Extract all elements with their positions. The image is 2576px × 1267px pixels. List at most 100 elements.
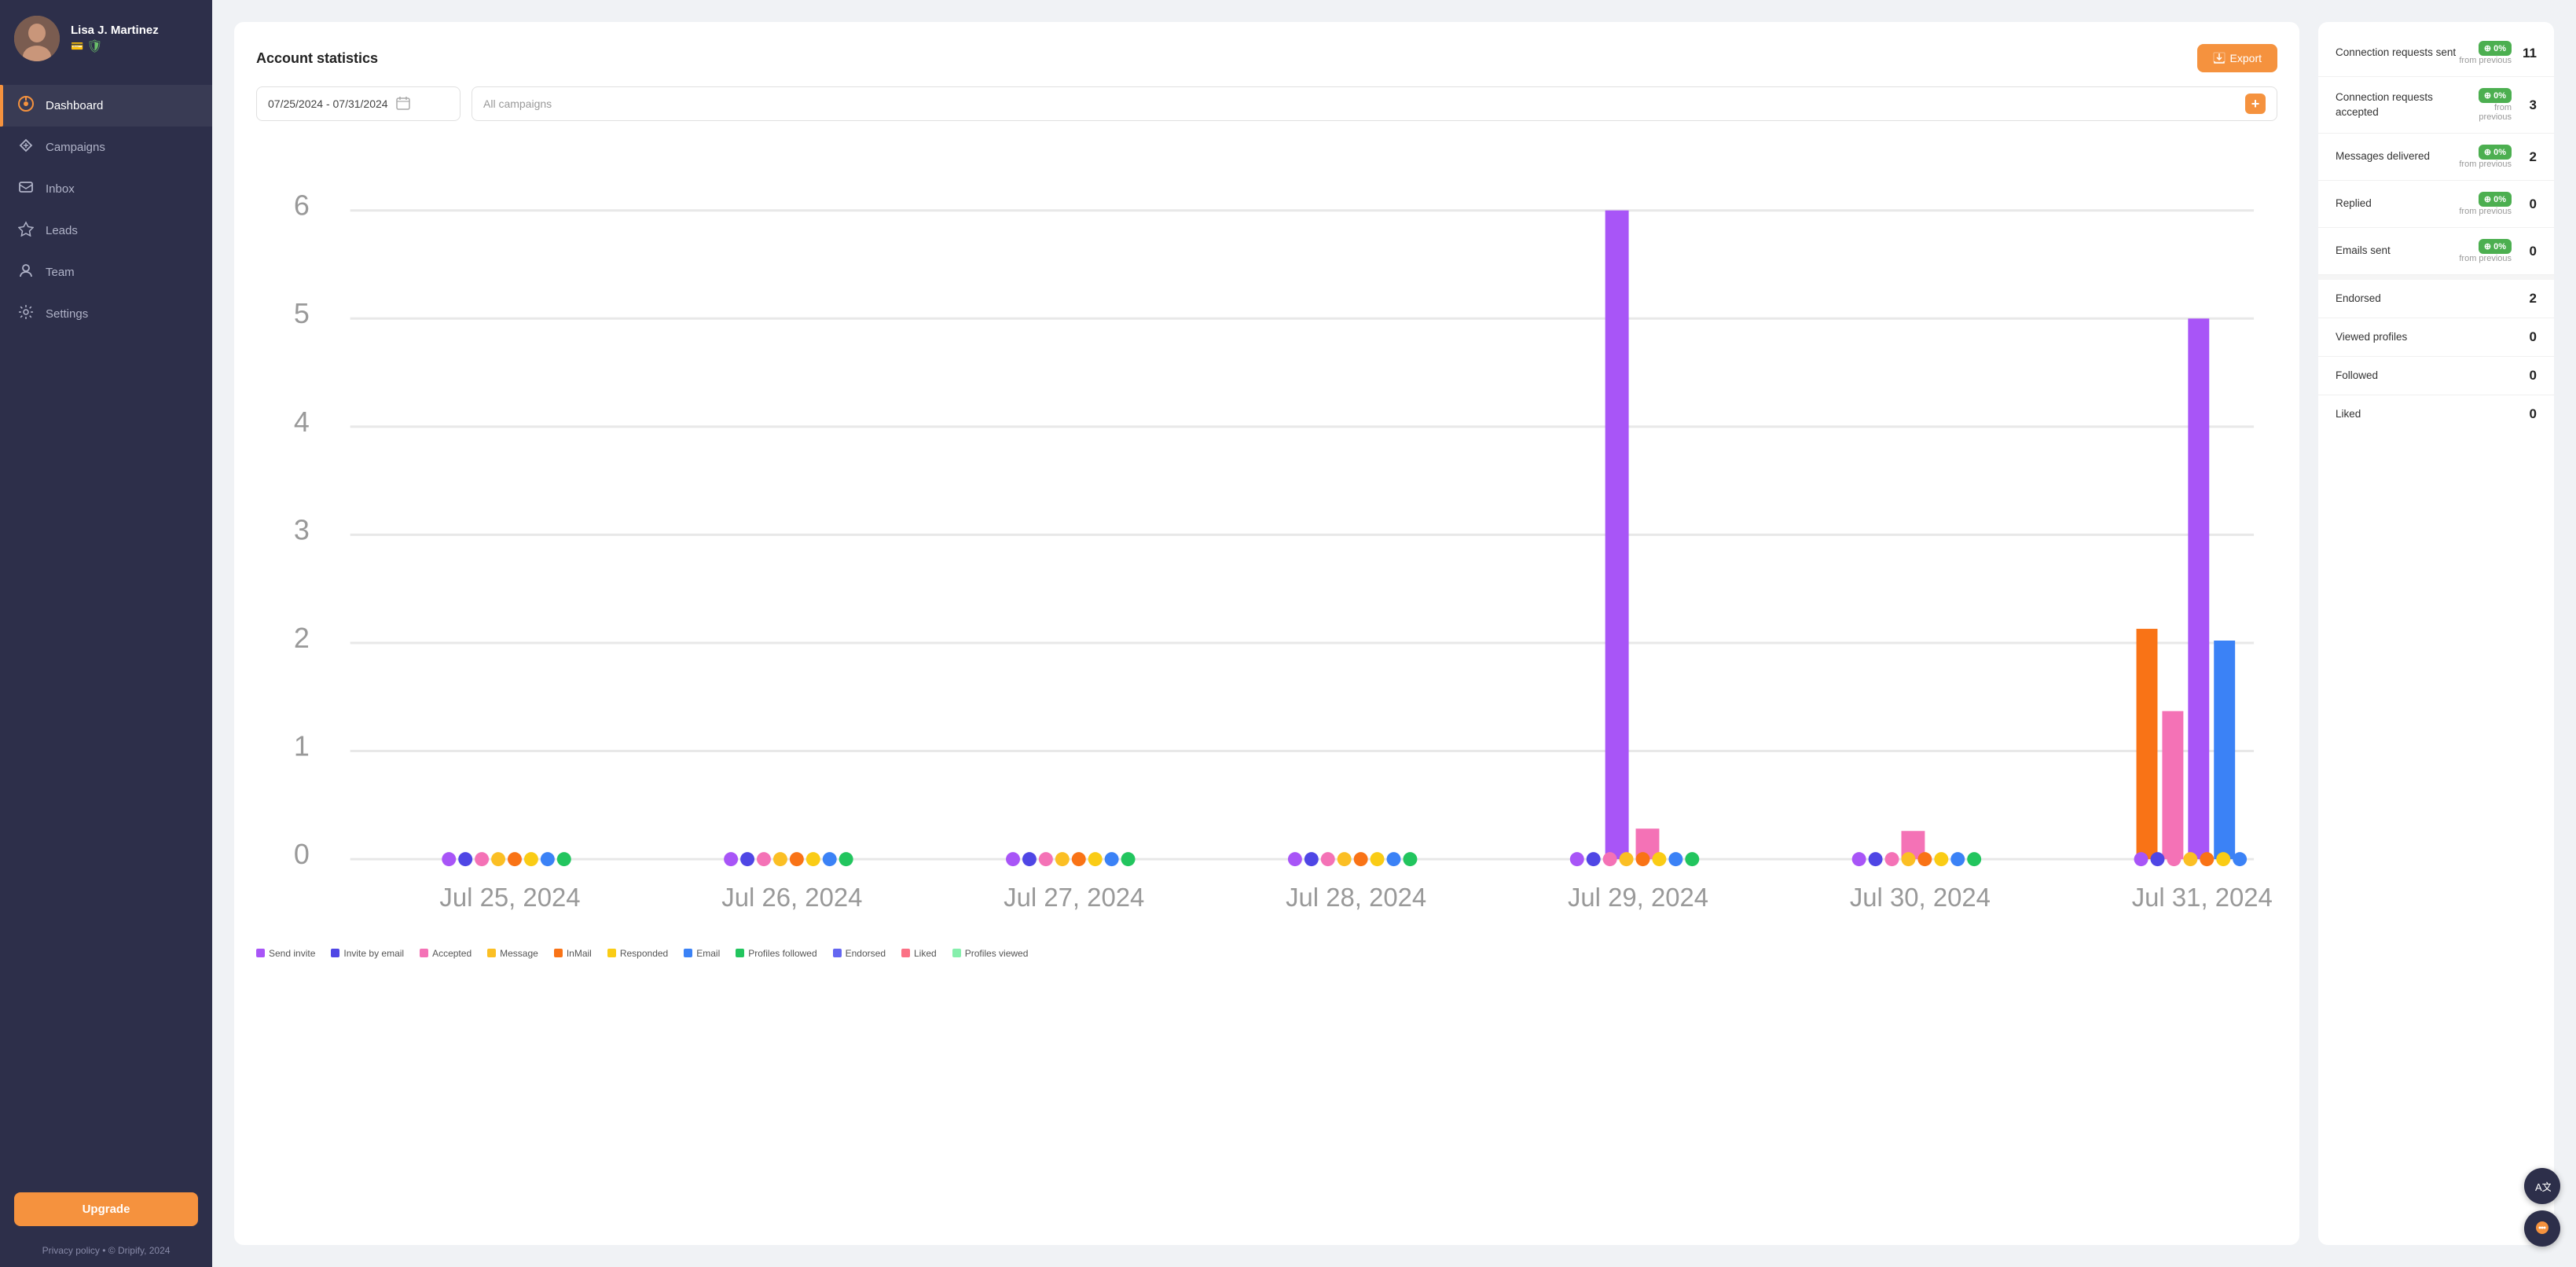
user-name: Lisa J. Martinez bbox=[71, 24, 159, 37]
avatar bbox=[14, 16, 60, 61]
legend-dot bbox=[554, 949, 563, 957]
legend-accepted: Accepted bbox=[420, 948, 472, 959]
export-label: Export bbox=[2230, 52, 2262, 64]
settings-icon bbox=[17, 304, 35, 324]
legend-email: Email bbox=[684, 948, 720, 959]
calendar-icon bbox=[396, 96, 410, 112]
chart-section: Account statistics Export 07/25/2024 - 0… bbox=[234, 22, 2299, 1245]
stat-value: 0 bbox=[2518, 406, 2537, 422]
stat-label: Messages delivered bbox=[2336, 149, 2430, 163]
stat-badge: ⊕ 0% bbox=[2479, 192, 2512, 207]
stat-endorsed: Endorsed 2 bbox=[2318, 280, 2554, 318]
stat-value: 2 bbox=[2518, 149, 2537, 165]
stat-label: Viewed profiles bbox=[2336, 330, 2407, 344]
legend-label: Liked bbox=[914, 948, 937, 959]
badge-icon: ⊕ bbox=[2484, 147, 2491, 157]
user-info: Lisa J. Martinez 💳 🛡 bbox=[71, 24, 159, 54]
stat-right: ⊕ 0% from previous 11 bbox=[2459, 41, 2537, 65]
legend-label: Profiles viewed bbox=[965, 948, 1029, 959]
avatar-image bbox=[14, 16, 60, 61]
export-button[interactable]: Export bbox=[2197, 44, 2277, 72]
translate-button[interactable]: A文 bbox=[2524, 1168, 2560, 1204]
stat-label: Followed bbox=[2336, 369, 2378, 383]
stat-badge: ⊕ 0% bbox=[2479, 41, 2512, 56]
stat-label: Emails sent bbox=[2336, 244, 2391, 258]
legend-dot bbox=[607, 949, 616, 957]
svg-text:Jul 29, 2024: Jul 29, 2024 bbox=[1568, 883, 1708, 912]
badge-value: 0% bbox=[2493, 91, 2506, 101]
sidebar-item-dashboard[interactable]: Dashboard bbox=[0, 85, 212, 127]
sidebar-item-settings[interactable]: Settings bbox=[0, 293, 212, 335]
badge-value: 0% bbox=[2493, 242, 2506, 252]
badge-value: 0% bbox=[2493, 148, 2506, 157]
sidebar-item-campaigns[interactable]: Campaigns bbox=[0, 127, 212, 168]
legend-responded: Responded bbox=[607, 948, 668, 959]
legend-dot bbox=[331, 949, 339, 957]
stat-value: 11 bbox=[2518, 46, 2537, 61]
badge-icon: ⊕ bbox=[2484, 241, 2491, 252]
stat-badge-sub: from previous bbox=[2459, 254, 2512, 263]
chat-button[interactable] bbox=[2524, 1210, 2560, 1247]
campaigns-filter[interactable]: All campaigns + bbox=[472, 86, 2277, 121]
sidebar-item-label: Inbox bbox=[46, 182, 75, 196]
sidebar-item-leads[interactable]: Leads bbox=[0, 210, 212, 252]
legend-dot bbox=[901, 949, 910, 957]
badge-icon: ⊕ bbox=[2484, 43, 2491, 53]
stat-badge-sub: from previous bbox=[2459, 56, 2512, 65]
stat-label: Connection requests accepted bbox=[2336, 90, 2466, 119]
stat-value: 0 bbox=[2518, 368, 2537, 384]
sidebar-item-label: Campaigns bbox=[46, 141, 105, 154]
badge-icon: 💳 bbox=[71, 40, 83, 53]
dashboard-icon bbox=[17, 96, 35, 116]
svg-text:A文: A文 bbox=[2535, 1181, 2551, 1193]
stat-right: ⊕ 0% from previous 0 bbox=[2459, 239, 2537, 263]
date-range-input[interactable]: 07/25/2024 - 07/31/2024 bbox=[256, 86, 461, 121]
legend-label: Email bbox=[696, 948, 720, 959]
add-campaign-button[interactable]: + bbox=[2245, 94, 2266, 114]
stat-liked: Liked 0 bbox=[2318, 395, 2554, 433]
chart-legend: Send invite Invite by email Accepted Mes… bbox=[256, 948, 2277, 959]
svg-text:Jul 30, 2024: Jul 30, 2024 bbox=[1850, 883, 1991, 912]
sidebar-item-label: Dashboard bbox=[46, 99, 103, 112]
legend-dot bbox=[952, 949, 961, 957]
user-badge: 💳 🛡 bbox=[71, 39, 159, 54]
upgrade-button[interactable]: Upgrade bbox=[14, 1192, 198, 1226]
legend-label: Endorsed bbox=[846, 948, 886, 959]
badge-value: 0% bbox=[2493, 195, 2506, 204]
stat-badge: ⊕ 0% bbox=[2479, 239, 2512, 254]
chart-header: Account statistics Export bbox=[256, 44, 2277, 72]
badge-icon: ⊕ bbox=[2484, 90, 2491, 101]
sidebar-item-inbox[interactable]: Inbox bbox=[0, 168, 212, 210]
legend-dot bbox=[684, 949, 692, 957]
legend-dot bbox=[256, 949, 265, 957]
svg-text:6: 6 bbox=[294, 190, 310, 222]
legend-label: Profiles followed bbox=[748, 948, 816, 959]
legend-liked: Liked bbox=[901, 948, 937, 959]
svg-text:5: 5 bbox=[294, 298, 310, 329]
legend-label: Send invite bbox=[269, 948, 315, 959]
svg-text:4: 4 bbox=[294, 406, 310, 438]
legend-endorsed: Endorsed bbox=[833, 948, 886, 959]
legend-label: Invite by email bbox=[343, 948, 404, 959]
sidebar-item-label: Leads bbox=[46, 224, 78, 237]
leads-icon bbox=[17, 221, 35, 241]
stat-label: Endorsed bbox=[2336, 292, 2381, 306]
svg-text:3: 3 bbox=[294, 514, 310, 545]
campaigns-placeholder: All campaigns bbox=[483, 97, 552, 110]
legend-invite-by-email: Invite by email bbox=[331, 948, 404, 959]
badge-value: 0% bbox=[2493, 44, 2506, 53]
legend-message: Message bbox=[487, 948, 538, 959]
svg-text:Jul 27, 2024: Jul 27, 2024 bbox=[1004, 883, 1144, 912]
sidebar-item-team[interactable]: Team bbox=[0, 252, 212, 293]
stat-right: ⊕ 0% from previous 0 bbox=[2459, 192, 2537, 216]
legend-label: InMail bbox=[567, 948, 592, 959]
svg-text:Jul 28, 2024: Jul 28, 2024 bbox=[1286, 883, 1426, 912]
stat-connection-requests-accepted: Connection requests accepted ⊕ 0% from p… bbox=[2318, 77, 2554, 134]
legend-send-invite: Send invite bbox=[256, 948, 315, 959]
stat-right: ⊕ 0% from previous 2 bbox=[2459, 145, 2537, 169]
stat-label: Liked bbox=[2336, 407, 2361, 421]
legend-profiles-followed: Profiles followed bbox=[736, 948, 816, 959]
chart-container: 0 1 2 3 4 5 6 Jul 25, 2024 Jul 26, 2024 … bbox=[256, 135, 2277, 938]
date-row: 07/25/2024 - 07/31/2024 All campaigns + bbox=[256, 86, 2277, 121]
date-range-value: 07/25/2024 - 07/31/2024 bbox=[268, 97, 388, 110]
